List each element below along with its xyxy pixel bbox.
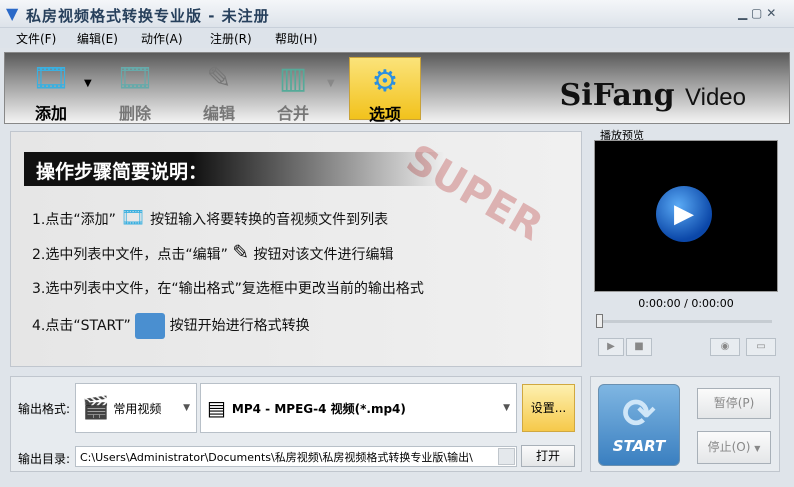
guide-title: 操作步骤简要说明： xyxy=(24,152,444,186)
film-delete-icon: 🎞 xyxy=(115,60,155,96)
start-small-icon xyxy=(135,313,166,339)
guide-step: 2.选中列表中文件，点击“编辑” ✎ 按钮对该文件进行编辑 xyxy=(32,240,394,264)
guide-step: 3.选中列表中文件，在“输出格式”复选框中更改当前的输出格式 xyxy=(32,281,424,297)
film-add-icon: 🎞 xyxy=(120,205,146,229)
category-select[interactable]: 🎬 常用视频 ▼ xyxy=(75,383,197,433)
gear-icon: ⚙ xyxy=(371,63,399,99)
dir-label: 输出目录: xyxy=(18,452,71,466)
chevron-down-icon: ▼ xyxy=(754,444,761,453)
stop-preview-button[interactable]: ■ xyxy=(626,338,652,356)
delete-button[interactable]: 🎞 删除 xyxy=(100,55,170,124)
menu-help[interactable]: 帮助(H) xyxy=(275,30,317,47)
output-dir-input[interactable]: C:\Users\Administrator\Documents\私房视频\私房… xyxy=(75,446,517,467)
merge-dropdown-icon[interactable]: ▼ xyxy=(327,78,335,89)
seek-slider[interactable] xyxy=(598,320,772,323)
browse-button[interactable] xyxy=(498,448,515,465)
add-dropdown-icon[interactable]: ▼ xyxy=(84,78,92,89)
play-button[interactable]: ▶ xyxy=(598,338,624,356)
pen-paper-icon: ✎ xyxy=(206,60,232,96)
window-title: 私房视频格式转换专业版 - 未注册 xyxy=(26,7,270,25)
add-button[interactable]: 🎞 添加 xyxy=(16,55,86,124)
seek-handle[interactable] xyxy=(596,314,603,328)
edit-button[interactable]: ✎ 编辑 xyxy=(184,55,254,124)
pause-button[interactable]: 暂停(P) xyxy=(697,388,771,419)
film-merge-icon: ▥ xyxy=(278,60,308,96)
open-button[interactable]: 打开 xyxy=(521,445,575,467)
format-select[interactable]: ▤ MP4 - MPEG-4 视频(*.mp4) ▼ xyxy=(200,383,517,433)
menu-register[interactable]: 注册(R) xyxy=(210,30,252,47)
options-button[interactable]: ⚙ 选项 xyxy=(349,57,421,124)
fullscreen-button[interactable]: ▭ xyxy=(746,338,776,356)
start-button[interactable]: ⟳ START xyxy=(598,384,680,466)
brand-logo: SiFang Video xyxy=(559,78,746,113)
menu-edit[interactable]: 编辑(E) xyxy=(77,30,118,47)
play-icon[interactable]: ▶ xyxy=(656,186,712,242)
guide-step: 1.点击“添加” 🎞 按钮输入将要转换的音视频文件到列表 xyxy=(32,205,389,229)
menu-bar xyxy=(0,28,794,48)
stop-button[interactable]: 停止(O) ▼ xyxy=(697,431,771,464)
time-readout: 0:00:00 / 0:00:00 xyxy=(638,297,734,310)
menu-action[interactable]: 动作(A) xyxy=(141,30,183,47)
pen-icon: ✎ xyxy=(232,240,250,264)
guide-step: 4.点击“START” 按钮开始进行格式转换 xyxy=(32,313,310,339)
format-label: 输出格式: xyxy=(18,402,71,416)
convert-arrows-icon: ⟳ xyxy=(622,391,656,437)
app-logo-icon: ▼ xyxy=(6,4,19,23)
menu-file[interactable]: 文件(F) xyxy=(16,30,56,47)
film-add-icon: 🎞 xyxy=(31,60,71,96)
snapshot-button[interactable]: ◉ xyxy=(710,338,740,356)
clapperboard-icon: 🎬 xyxy=(82,395,110,421)
window-controls[interactable]: ▁ ▢ ✕ xyxy=(738,6,788,22)
mp4-file-icon: ▤ xyxy=(207,396,226,420)
merge-button[interactable]: ▥ 合并 xyxy=(258,55,328,124)
settings-button[interactable]: 设置... xyxy=(522,384,575,432)
